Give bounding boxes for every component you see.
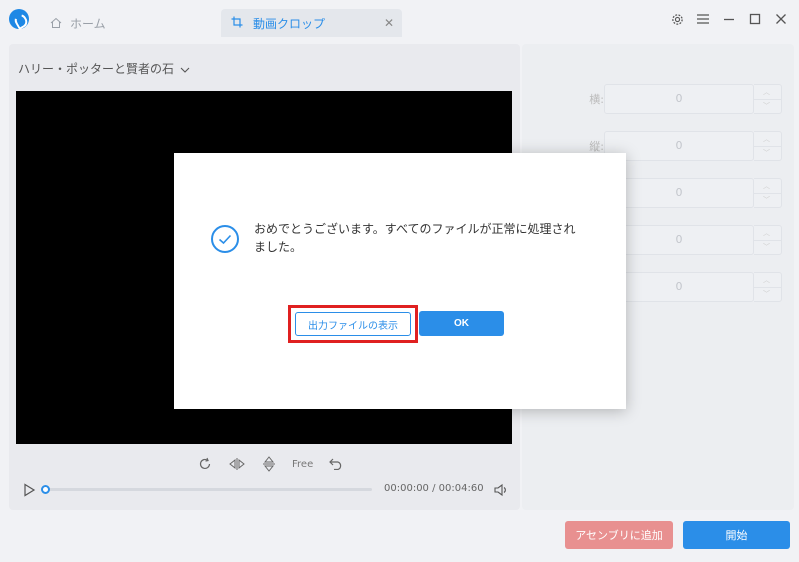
flip-horizontal-icon[interactable]: [228, 456, 246, 472]
show-output-file-button[interactable]: 出力ファイルの表示: [295, 312, 411, 336]
field-3-input[interactable]: 0: [604, 178, 754, 208]
crop-icon: [231, 16, 243, 31]
field-4-input[interactable]: 0: [604, 225, 754, 255]
chevron-down-icon: [180, 62, 190, 76]
height-field-row: 縦: 0 ︿ ﹀: [589, 131, 782, 161]
settings-gear-icon[interactable]: [669, 11, 685, 27]
close-window-icon[interactable]: [773, 11, 789, 27]
maximize-icon[interactable]: [747, 11, 763, 27]
height-label: 縦:: [589, 140, 604, 153]
flip-vertical-icon[interactable]: [260, 456, 278, 472]
start-button[interactable]: 開始: [683, 521, 790, 549]
add-to-assembly-button[interactable]: アセンブリに追加: [565, 521, 673, 549]
playback-progress-handle[interactable]: [41, 485, 50, 494]
tab-video-crop[interactable]: 動画クロップ ✕: [221, 9, 402, 37]
window-controls: [669, 11, 789, 27]
ok-button[interactable]: OK: [419, 311, 504, 336]
field-row-3: 0 ︿ ﹀: [604, 178, 782, 208]
field-4-stepper[interactable]: ︿ ﹀: [754, 225, 782, 255]
close-tab-icon[interactable]: ✕: [384, 16, 394, 30]
minimize-icon[interactable]: [721, 11, 737, 27]
field-5-stepper[interactable]: ︿ ﹀: [754, 272, 782, 302]
tab-home[interactable]: ホーム: [40, 9, 106, 37]
menu-icon[interactable]: [695, 11, 711, 27]
tab-crop-label: 動画クロップ: [253, 16, 326, 31]
field-row-5: 0 ︿ ﹀: [604, 272, 782, 302]
playback-time: 00:00:00 / 00:04:60: [384, 483, 484, 494]
width-input[interactable]: 0: [604, 84, 754, 114]
app-logo-icon: [9, 9, 29, 29]
video-selector[interactable]: ハリー・ポッターと賢者の石: [18, 60, 190, 77]
field-row-4: 0 ︿ ﹀: [604, 225, 782, 255]
width-label: 横:: [589, 93, 604, 106]
aspect-free-button[interactable]: Free: [292, 459, 313, 470]
tab-home-label: ホーム: [70, 16, 106, 31]
crop-toolbar: Free: [196, 456, 345, 472]
width-field-row: 横: 0 ︿ ﹀: [589, 84, 782, 114]
width-stepper[interactable]: ︿ ﹀: [754, 84, 782, 114]
field-5-input[interactable]: 0: [604, 272, 754, 302]
height-input[interactable]: 0: [604, 131, 754, 161]
check-circle-icon: [211, 225, 239, 253]
home-icon: [50, 17, 62, 29]
play-icon[interactable]: [22, 482, 36, 497]
volume-icon[interactable]: [494, 482, 508, 497]
video-title: ハリー・ポッターと賢者の石: [18, 62, 175, 76]
dialog-message: おめでとうございます。すべてのファイルが正常に処理されました。: [254, 222, 576, 254]
title-bar: ホーム 動画クロップ ✕: [0, 0, 799, 40]
undo-icon[interactable]: [327, 456, 345, 472]
height-stepper[interactable]: ︿ ﹀: [754, 131, 782, 161]
field-3-stepper[interactable]: ︿ ﹀: [754, 178, 782, 208]
playback-progress-track[interactable]: [44, 488, 372, 491]
rotate-icon[interactable]: [196, 456, 214, 472]
success-dialog: おめでとうございます。すべてのファイルが正常に処理されました。 出力ファイルの表…: [174, 153, 626, 409]
